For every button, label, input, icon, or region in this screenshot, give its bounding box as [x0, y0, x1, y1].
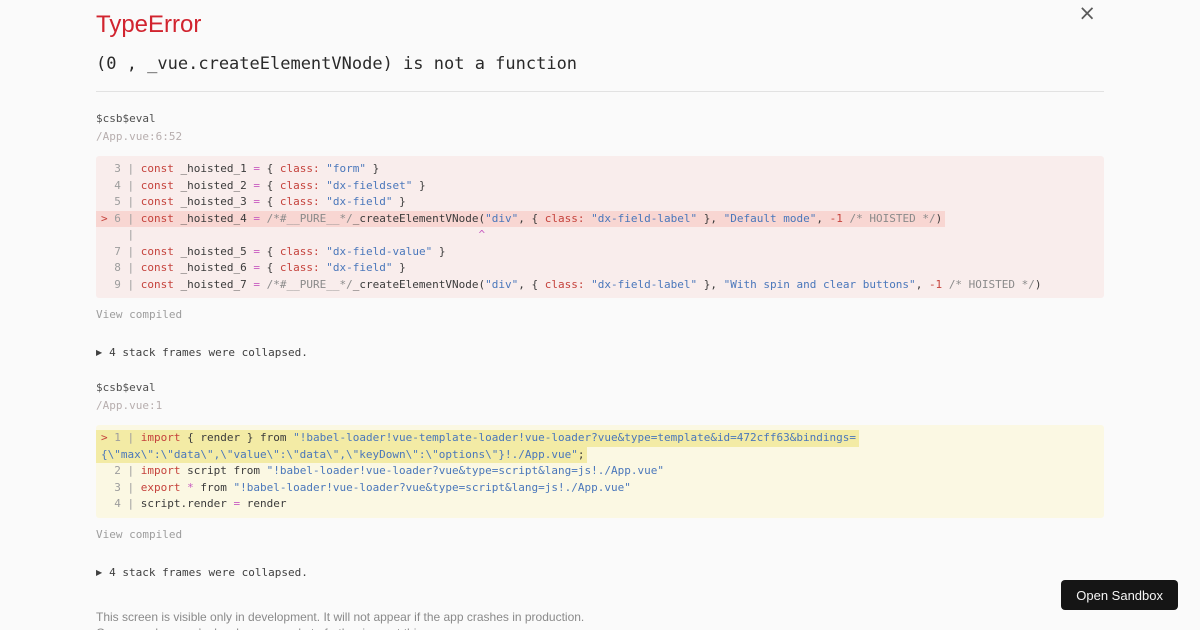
- code-line: 4 | script.render = render: [101, 497, 287, 510]
- collapsed-frames-label: 4 stack frames were collapsed.: [109, 565, 308, 579]
- code-line: 3 | const _hoisted_1 = { class: "form" }: [101, 162, 380, 175]
- header-divider: [96, 91, 1104, 92]
- stack-frame-2: $csb$eval /App.vue:1 > 1 | import { rend…: [96, 381, 1104, 579]
- code-line: 9 | const _hoisted_7 = /*#__PURE__*/_cre…: [101, 277, 1042, 291]
- footer-note: This screen is visible only in developme…: [96, 609, 585, 624]
- code-frame: 3 | const _hoisted_1 = { class: "form" }…: [96, 156, 1104, 298]
- error-title: TypeError: [96, 11, 202, 38]
- code-line: > 1 | import { render } from "!babel-loa…: [96, 430, 860, 447]
- error-overlay: × TypeError (0 , _vue.createElementVNode…: [96, 0, 1104, 630]
- code-line: 3 | export * from "!babel-loader!vue-loa…: [101, 480, 631, 494]
- expand-triangle-icon: ▶: [96, 567, 103, 577]
- stack-frame-function: $csb$eval: [96, 381, 156, 394]
- footer-note: Open your browser’s developer console to…: [96, 625, 1104, 630]
- collapsed-frames-toggle[interactable]: ▶ 4 stack frames were collapsed.: [96, 566, 308, 579]
- expand-triangle-icon: ▶: [96, 348, 103, 357]
- code-line: 2 | import script from "!babel-loader!vu…: [101, 464, 664, 477]
- error-message: (0 , _vue.createElementVNode) is not a f…: [96, 54, 578, 74]
- stack-frame-1: $csb$eval /App.vue:6:52 3 | const _hoist…: [96, 112, 1104, 359]
- collapsed-frames-label: 4 stack frames were collapsed.: [109, 346, 308, 359]
- view-compiled-link[interactable]: View compiled: [96, 308, 182, 321]
- code-line: > 6 | const _hoisted_4 = /*#__PURE__*/_c…: [96, 210, 946, 227]
- code-line: 5 | const _hoisted_3 = { class: "dx-fiel…: [101, 195, 406, 208]
- code-line: 7 | const _hoisted_5 = { class: "dx-fiel…: [101, 244, 446, 258]
- collapsed-frames-toggle[interactable]: ▶ 4 stack frames were collapsed.: [96, 346, 308, 359]
- code-line: {\"max\":\"data\",\"value\":\"data\",\"k…: [96, 446, 588, 463]
- code-line: 8 | const _hoisted_6 = { class: "dx-fiel…: [101, 261, 406, 274]
- stack-frame-location: /App.vue:1: [96, 399, 163, 412]
- close-icon: ×: [1078, 1, 1096, 25]
- footer-notes: This screen is visible only in developme…: [96, 609, 1104, 630]
- code-line: | ^: [101, 228, 486, 241]
- open-sandbox-button[interactable]: Open Sandbox: [1061, 580, 1178, 610]
- view-compiled-link[interactable]: View compiled: [96, 528, 182, 541]
- code-frame: > 1 | import { render } from "!babel-loa…: [96, 425, 1104, 518]
- code-line: 4 | const _hoisted_2 = { class: "dx-fiel…: [101, 178, 426, 192]
- stack-frame-function: $csb$eval: [96, 112, 156, 125]
- stack-frame-location: /App.vue:6:52: [96, 130, 183, 143]
- close-button[interactable]: ×: [1078, 3, 1096, 24]
